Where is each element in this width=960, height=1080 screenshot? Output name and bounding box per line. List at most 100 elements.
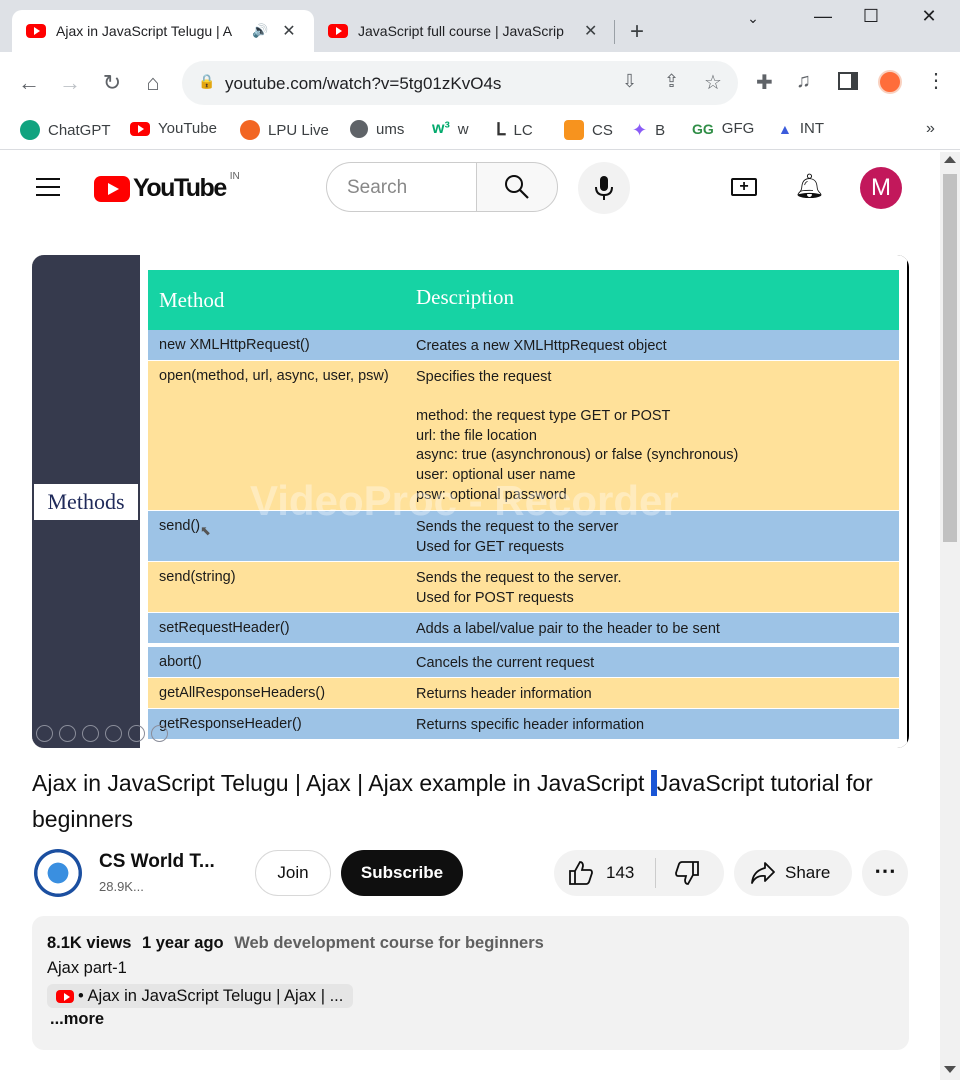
- dislike-button[interactable]: [656, 850, 724, 896]
- scroll-thumb[interactable]: [943, 174, 957, 542]
- bookmark-gfg[interactable]: GG GFG: [692, 120, 754, 137]
- search-input[interactable]: Search: [326, 162, 476, 212]
- close-tab-icon[interactable]: ✕: [282, 21, 295, 41]
- lock-icon[interactable]: 🔒: [198, 73, 215, 90]
- minimize-icon[interactable]: —: [800, 6, 846, 27]
- slide-view-icon[interactable]: [105, 725, 122, 742]
- bookmark-youtube[interactable]: YouTube: [130, 120, 217, 137]
- description-line: async: true (asynchronous) or false (syn…: [416, 447, 739, 464]
- tab-title: JavaScript full course | JavaScrip: [358, 23, 564, 39]
- slide-more-icon[interactable]: [151, 725, 168, 742]
- slide-controls: [36, 725, 168, 742]
- description-line: Specifies the request: [416, 369, 552, 385]
- subscribe-button[interactable]: Subscribe: [341, 850, 463, 896]
- channel-avatar[interactable]: [34, 849, 82, 897]
- bookmark-label: w: [457, 120, 469, 138]
- youtube-logo[interactable]: YouTube IN: [94, 171, 240, 203]
- bookmark-int[interactable]: ▲ INT: [778, 120, 824, 137]
- tab-javascript-course[interactable]: JavaScript full course | JavaScrip ✕: [318, 10, 614, 52]
- speaker-icon[interactable]: 🔊: [252, 23, 268, 39]
- forward-icon[interactable]: →: [57, 70, 83, 96]
- address-bar[interactable]: 🔒 youtube.com/watch?v=5tg01zKvO4s ⇩ ⇪ ☆: [182, 61, 738, 105]
- description-line: Ajax part-1: [47, 959, 127, 977]
- linked-video-title: • Ajax in JavaScript Telugu | Ajax | ...: [78, 986, 344, 1005]
- bookmark-w3schools[interactable]: w³ w: [432, 120, 469, 138]
- bookmark-ums[interactable]: ums: [350, 120, 404, 138]
- method-cell: getResponseHeader(): [159, 716, 302, 732]
- new-tab-icon[interactable]: +: [630, 18, 644, 46]
- bookmark-star-icon[interactable]: ☆: [704, 70, 722, 95]
- slide-next-icon[interactable]: [59, 725, 76, 742]
- voice-search-button[interactable]: [578, 162, 630, 214]
- slide-pen-icon[interactable]: [82, 725, 99, 742]
- description-line: Adds a label/value pair to the header to…: [416, 621, 720, 637]
- search-button[interactable]: [476, 162, 558, 212]
- more-actions-icon[interactable]: ⋯: [862, 850, 908, 896]
- install-app-icon[interactable]: ⇩: [622, 71, 637, 92]
- page-scrollbar[interactable]: [940, 152, 960, 1080]
- table-header-row: Method Description: [148, 270, 899, 330]
- description-line: url: the file location: [416, 427, 537, 444]
- channel-name[interactable]: CS World T...: [99, 851, 215, 873]
- media-control-icon[interactable]: ♫: [796, 70, 811, 93]
- lpu-icon: [240, 120, 260, 140]
- description-line: Returns header information: [416, 686, 592, 702]
- bard-sparkle-icon: ✦: [632, 120, 648, 140]
- tab-divider: [614, 20, 615, 44]
- video-frame-slide: Methods Method Description new XMLHttpRe…: [32, 255, 907, 748]
- youtube-favicon-icon: [26, 24, 46, 38]
- close-window-icon[interactable]: ✕: [906, 6, 952, 27]
- table-row: getAllResponseHeaders() Returns header i…: [148, 678, 899, 708]
- video-player[interactable]: Methods Method Description new XMLHttpRe…: [32, 255, 909, 748]
- description-line: Returns specific header information: [416, 717, 645, 733]
- like-button[interactable]: 143: [554, 850, 654, 896]
- thumbs-down-icon: [675, 861, 699, 885]
- youtube-favicon-icon: [328, 24, 348, 38]
- close-tab-icon[interactable]: ✕: [584, 21, 597, 41]
- slide-prev-icon[interactable]: [36, 725, 53, 742]
- chatgpt-icon: [20, 120, 40, 140]
- side-panel-icon[interactable]: [838, 72, 858, 90]
- description-cell: Creates a new XMLHttpRequest object: [416, 337, 667, 357]
- bookmark-label: LPU Live: [268, 121, 329, 139]
- back-icon[interactable]: ←: [16, 70, 42, 96]
- show-more-link[interactable]: ...more: [50, 1010, 104, 1029]
- create-video-icon[interactable]: +: [731, 178, 757, 196]
- video-title: Ajax in JavaScript Telugu | Ajax | Ajax …: [32, 765, 912, 837]
- profile-icon[interactable]: [878, 70, 902, 94]
- bookmark-bard[interactable]: ✦ B: [632, 120, 665, 141]
- tab-title: Ajax in JavaScript Telugu | A: [56, 23, 233, 39]
- scroll-down-arrow-icon[interactable]: [944, 1066, 956, 1073]
- browser-menu-icon[interactable]: ⋮: [926, 68, 946, 93]
- description-line: Cancels the current request: [416, 655, 595, 671]
- method-cell: send(): [159, 518, 201, 534]
- hamburger-menu-icon[interactable]: [36, 178, 60, 196]
- maximize-icon[interactable]: ☐: [848, 6, 894, 27]
- tab-search-icon[interactable]: ⌄: [730, 10, 776, 27]
- view-count: 8.1K views: [47, 934, 132, 952]
- description-box[interactable]: 8.1K views 1 year ago Web development co…: [32, 916, 909, 1050]
- scroll-up-arrow-icon[interactable]: [944, 156, 956, 163]
- extensions-icon[interactable]: ✚: [756, 70, 773, 95]
- home-icon[interactable]: ⌂: [140, 70, 166, 96]
- share-page-icon[interactable]: ⇪: [664, 71, 679, 92]
- reload-icon[interactable]: ↻: [99, 70, 125, 96]
- bookmarks-overflow-button[interactable]: »: [926, 120, 935, 138]
- bookmark-chatgpt[interactable]: ChatGPT: [20, 120, 111, 140]
- account-avatar[interactable]: M: [860, 167, 902, 209]
- youtube-header: YouTube IN Search + 🔔︎ M: [0, 152, 940, 224]
- bookmark-cs[interactable]: CS: [564, 120, 613, 140]
- slide-zoom-icon[interactable]: [128, 725, 145, 742]
- url-text[interactable]: youtube.com/watch?v=5tg01zKvO4s: [225, 74, 501, 94]
- description-line: Sends the request to the server.: [416, 570, 622, 586]
- playlist-link[interactable]: Web development course for beginners: [234, 934, 544, 952]
- join-button[interactable]: Join: [255, 850, 331, 896]
- share-button[interactable]: Share: [734, 850, 852, 896]
- bookmark-leetcode[interactable]: ᒪ LC: [496, 120, 533, 140]
- share-label: Share: [785, 863, 831, 882]
- notifications-bell-icon[interactable]: 🔔︎: [794, 172, 824, 201]
- tab-ajax-video[interactable]: Ajax in JavaScript Telugu | A 🔊 ✕: [12, 10, 314, 52]
- linked-video-chip[interactable]: • Ajax in JavaScript Telugu | Ajax | ...: [47, 984, 354, 1008]
- bookmark-lpu-live[interactable]: LPU Live: [240, 120, 329, 140]
- description-line: Creates a new XMLHttpRequest object: [416, 338, 667, 354]
